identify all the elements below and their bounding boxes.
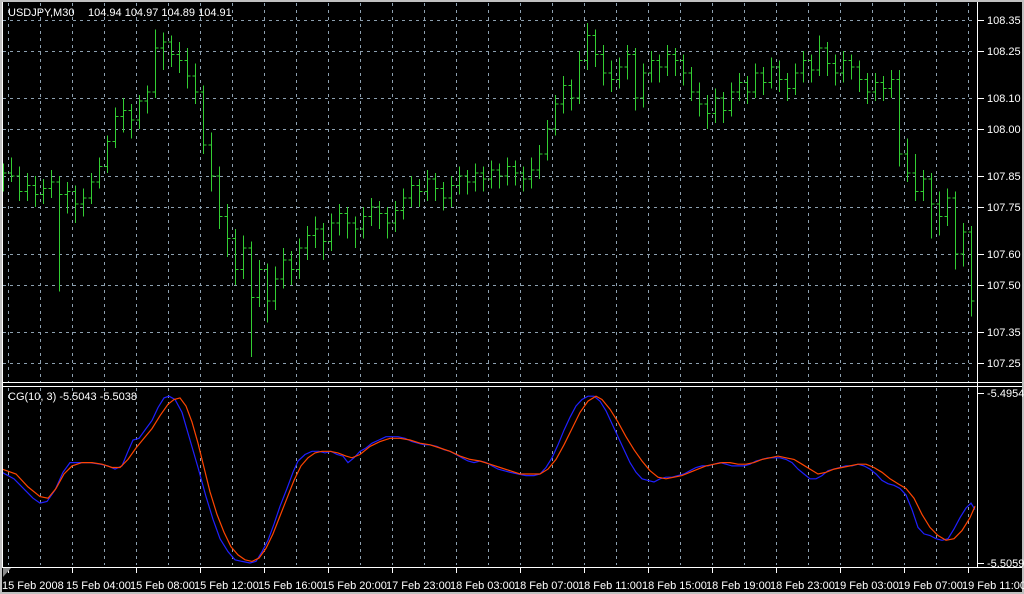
main-chart-pane[interactable] <box>2 2 977 383</box>
price-axis[interactable] <box>978 2 1022 383</box>
time-axis[interactable] <box>2 568 1022 592</box>
chart-window: 108.35108.25108.10108.00107.85107.75107.… <box>0 0 1024 594</box>
chart-canvas: 108.35108.25108.10108.00107.85107.75107.… <box>0 0 1024 594</box>
indicator-pane[interactable] <box>2 387 977 566</box>
pane-splitter[interactable] <box>2 383 1022 387</box>
indicator-axis[interactable] <box>978 387 1022 566</box>
